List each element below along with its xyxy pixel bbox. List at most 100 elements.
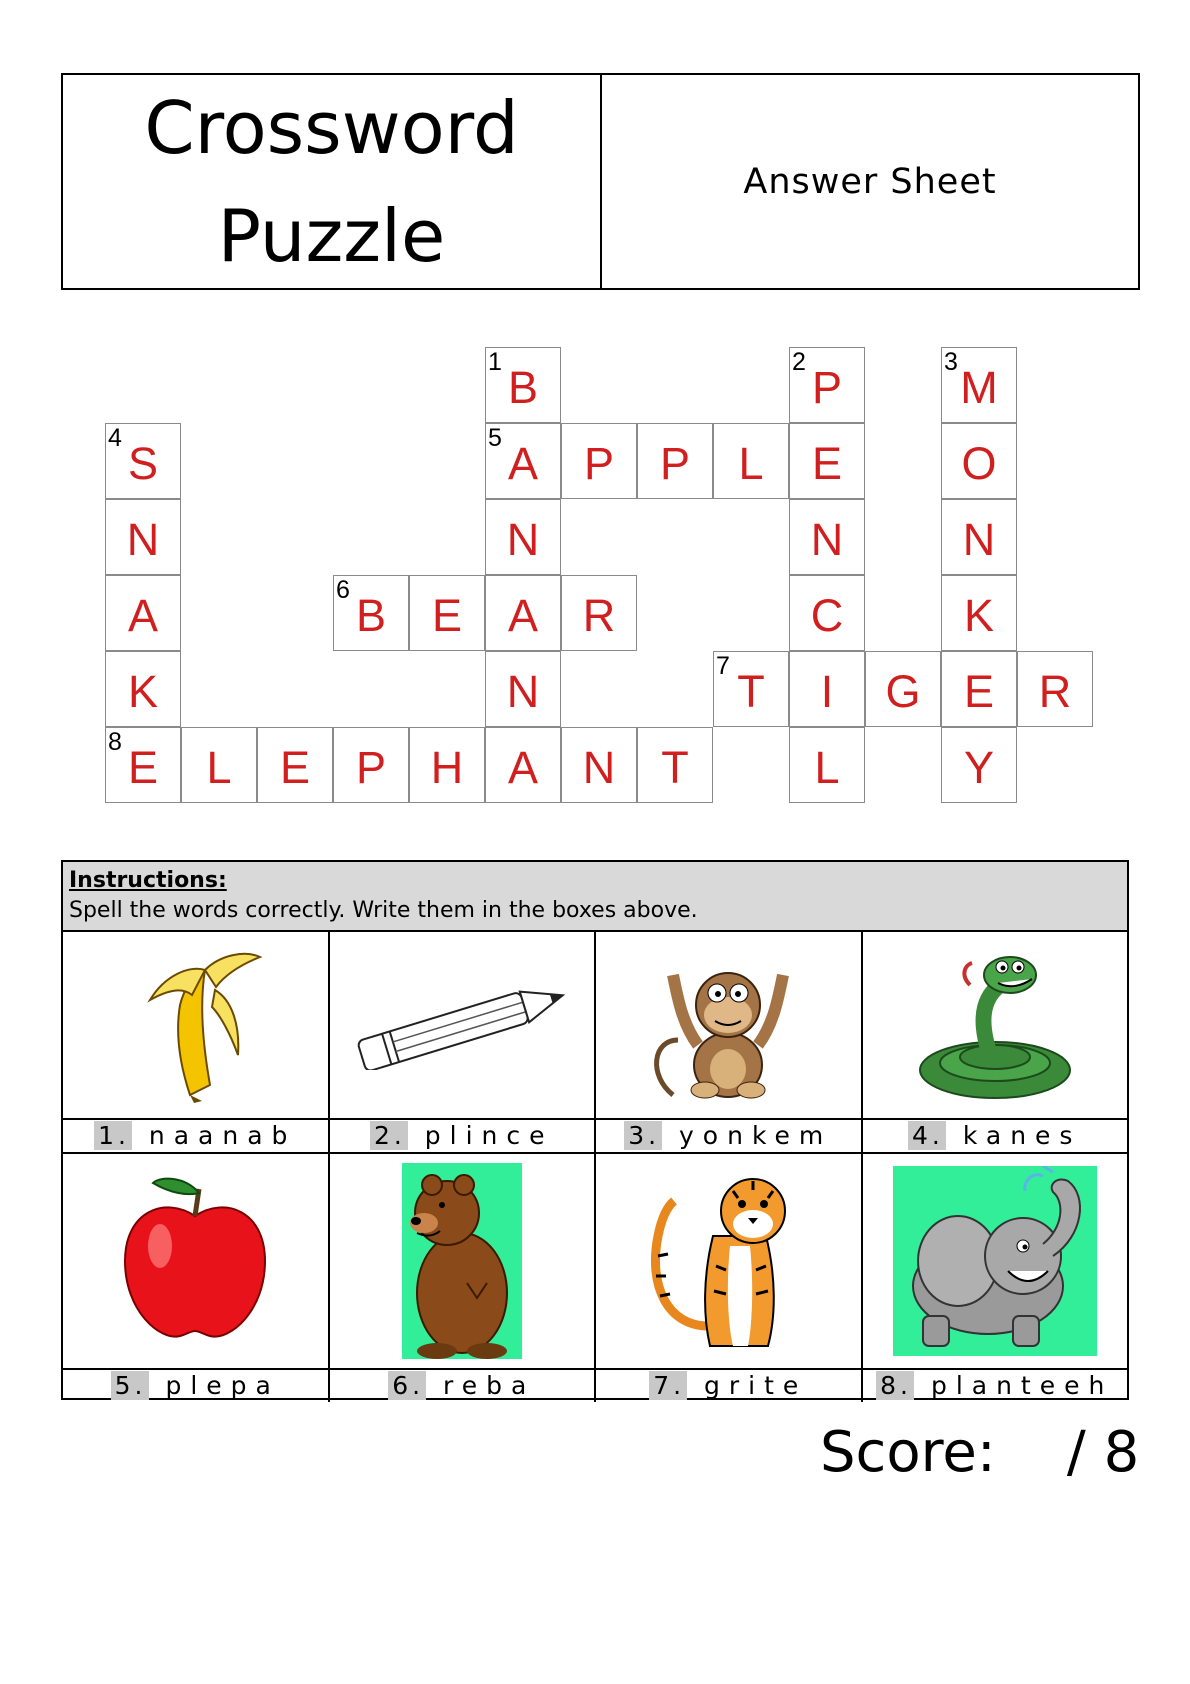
answer-letter: T <box>661 742 689 793</box>
answer-letter: S <box>127 438 158 489</box>
clue-label: 2. plince <box>329 1120 594 1154</box>
grid-cell[interactable]: 3M <box>941 347 1017 423</box>
elephant-icon <box>862 1154 1127 1370</box>
grid-cell[interactable]: 7T <box>713 651 789 727</box>
grid-cell[interactable]: 6B <box>333 575 409 651</box>
answer-letter: L <box>814 742 840 793</box>
grid-cell[interactable]: P <box>561 423 637 499</box>
answer-letter: K <box>963 590 994 641</box>
answer-letter: P <box>811 362 842 413</box>
answer-letter: E <box>279 742 310 793</box>
grid-cell[interactable]: 2P <box>789 347 865 423</box>
tiger-icon <box>596 1154 861 1370</box>
answer-letter: R <box>582 590 616 641</box>
clue-cell: 3. yonkem <box>596 932 863 1154</box>
grid-cell[interactable]: K <box>941 575 1017 651</box>
grid-cell[interactable]: N <box>105 499 181 575</box>
grid-cell[interactable]: E <box>941 651 1017 727</box>
grid-cell[interactable]: Y <box>941 727 1017 803</box>
answer-letter: N <box>506 514 540 565</box>
instructions: Instructions: Spell the words correctly.… <box>63 862 1127 932</box>
clue-number: 8. <box>876 1371 914 1400</box>
answer-letter: A <box>507 590 538 641</box>
answer-letter: K <box>127 666 158 717</box>
apple-icon <box>63 1154 328 1370</box>
grid-cell[interactable]: L <box>181 727 257 803</box>
clue-cell: 6. reba <box>329 1154 596 1402</box>
grid-cell[interactable]: 5A <box>485 423 561 499</box>
grid-cell[interactable]: O <box>941 423 1017 499</box>
answer-letter: E <box>963 666 994 717</box>
grid-cell[interactable]: G <box>865 651 941 727</box>
answer-letter: B <box>507 362 538 413</box>
clue-label: 4. kanes <box>862 1120 1127 1154</box>
scrambled-word: yonkem <box>679 1121 833 1150</box>
grid-cell[interactable]: L <box>789 727 865 803</box>
grid-cell[interactable]: P <box>637 423 713 499</box>
scrambled-word: naanab <box>148 1121 297 1150</box>
answer-letter: B <box>355 590 386 641</box>
grid-cell[interactable]: I <box>789 651 865 727</box>
pencil-icon <box>329 932 594 1120</box>
grid-cell[interactable]: L <box>713 423 789 499</box>
scrambled-word: planteeh <box>930 1371 1114 1400</box>
clue-label: 5. plepa <box>63 1370 328 1402</box>
grid-cell[interactable]: N <box>561 727 637 803</box>
answer-letter: G <box>885 666 921 717</box>
answer-letter: N <box>506 666 540 717</box>
clue-number: 3. <box>624 1121 663 1150</box>
answer-letter: E <box>431 590 462 641</box>
clue-label: 1. naanab <box>63 1120 328 1154</box>
clue-number: 7. <box>649 1371 688 1400</box>
clue-cell: 8. planteeh <box>862 1154 1127 1402</box>
clue-cell: 1. naanab <box>63 932 330 1154</box>
grid-cell[interactable]: N <box>485 651 561 727</box>
scrambled-word: plince <box>424 1121 554 1150</box>
answer-letter: M <box>960 362 998 413</box>
grid-cell[interactable]: N <box>789 499 865 575</box>
answer-letter: H <box>430 742 464 793</box>
grid-cell[interactable]: P <box>333 727 409 803</box>
grid-cell[interactable]: R <box>561 575 637 651</box>
clue-label: 3. yonkem <box>596 1120 861 1154</box>
grid-cell[interactable]: E <box>789 423 865 499</box>
bear-icon <box>329 1154 594 1370</box>
grid-cell[interactable]: 1B <box>485 347 561 423</box>
grid-cell[interactable]: C <box>789 575 865 651</box>
grid-cell[interactable]: A <box>485 727 561 803</box>
grid-cell[interactable]: E <box>409 575 485 651</box>
answer-letter: N <box>810 514 844 565</box>
grid-cell[interactable]: A <box>485 575 561 651</box>
clue-row: 1. naanab 2. plince 3. yonkem 4. kanes <box>63 932 1127 1154</box>
scrambled-word: grite <box>704 1371 808 1400</box>
grid-cell[interactable]: N <box>941 499 1017 575</box>
grid-cell[interactable]: 8E <box>105 727 181 803</box>
score-total: / 8 <box>1066 1420 1140 1485</box>
grid-cell[interactable]: K <box>105 651 181 727</box>
answer-letter: N <box>582 742 616 793</box>
answer-letter: A <box>507 742 538 793</box>
answer-letter: N <box>126 514 160 565</box>
clue-number: 5. <box>110 1371 149 1400</box>
answer-letter: N <box>962 514 996 565</box>
crossword-grid: 1B5ANANA2PENCIL3MONKEY4SNAK8EPPL6BER7TGR… <box>0 0 1190 820</box>
grid-cell[interactable]: T <box>637 727 713 803</box>
grid-cell[interactable]: 4S <box>105 423 181 499</box>
scrambled-word: kanes <box>962 1121 1082 1150</box>
snake-icon <box>862 932 1127 1120</box>
answer-letter: C <box>810 590 844 641</box>
answer-letter: Y <box>963 742 994 793</box>
answer-letter: I <box>820 666 834 717</box>
grid-cell[interactable]: N <box>485 499 561 575</box>
score-label: Score: <box>820 1420 996 1485</box>
monkey-icon <box>596 932 861 1120</box>
scrambled-word: reba <box>443 1371 536 1400</box>
score: Score: / 8 <box>820 1418 1139 1488</box>
clue-number: 4. <box>908 1121 946 1150</box>
clue-row: 5. plepa 6. reba 7. grite 8. planteeh <box>63 1154 1127 1402</box>
grid-cell[interactable]: R <box>1017 651 1093 727</box>
grid-cell[interactable]: A <box>105 575 181 651</box>
grid-cell[interactable]: E <box>257 727 333 803</box>
clue-number: 6. <box>388 1371 427 1400</box>
grid-cell[interactable]: H <box>409 727 485 803</box>
